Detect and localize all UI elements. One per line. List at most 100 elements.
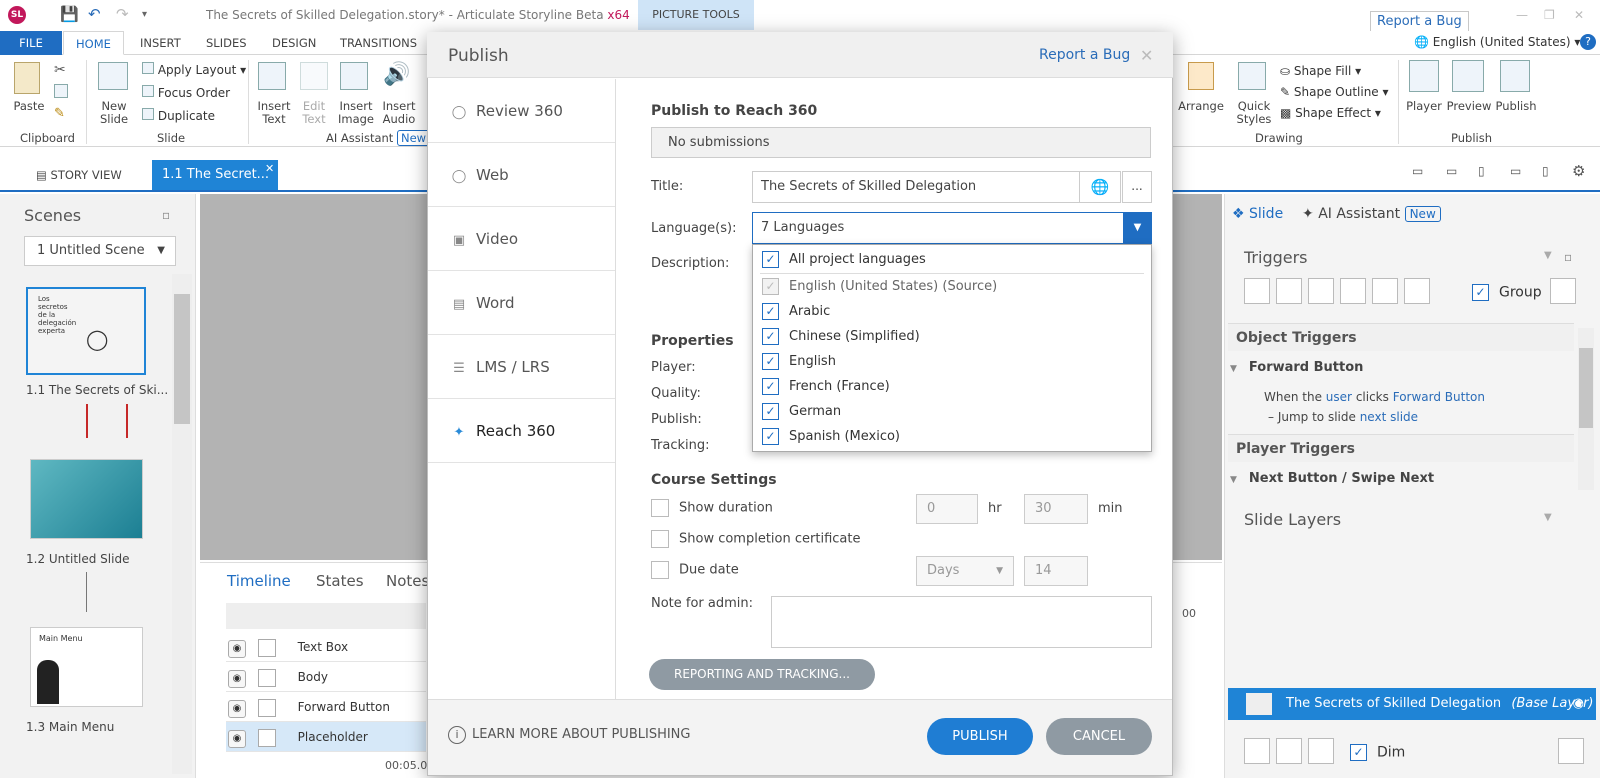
- more-options-button[interactable]: ...: [1122, 171, 1152, 203]
- slide-thumbnail[interactable]: Los secretos de la delegación experta ◯: [26, 287, 146, 375]
- slide-thumbnail[interactable]: [30, 459, 143, 539]
- due-date-checkbox[interactable]: Due date: [651, 561, 739, 579]
- dim-checkbox[interactable]: ✓ Dim: [1350, 744, 1405, 761]
- collapse-icon[interactable]: ▼: [1544, 250, 1552, 261]
- trigger-object-forward-button[interactable]: ▼ Forward Button: [1230, 360, 1363, 375]
- nav-video[interactable]: ▣ Video: [428, 207, 615, 271]
- base-layer-row[interactable]: The Secrets of Skilled Delegation (Base …: [1228, 688, 1596, 720]
- edit-trigger-icon[interactable]: [1276, 278, 1302, 304]
- nav-review-360[interactable]: ◯ Review 360: [428, 79, 615, 143]
- nav-reach-360[interactable]: ✦ Reach 360: [428, 399, 615, 463]
- language-selector[interactable]: 🌐 English (United States) ▾: [1414, 35, 1580, 49]
- lang-option-chinese-simplified[interactable]: ✓ Chinese (Simplified): [762, 325, 920, 349]
- minimize-icon[interactable]: —: [1516, 8, 1528, 22]
- eye-icon[interactable]: ◉: [228, 700, 246, 718]
- insert-text-icon[interactable]: [258, 62, 286, 93]
- hours-stepper[interactable]: 0: [916, 494, 978, 524]
- gear-icon[interactable]: ⚙: [1572, 162, 1585, 180]
- nav-web[interactable]: ◯ Web: [428, 143, 615, 207]
- show-certificate-checkbox[interactable]: Show completion certificate: [651, 530, 860, 548]
- lock-checkbox[interactable]: [257, 728, 276, 747]
- desktop-preview-icon[interactable]: ▭: [1412, 164, 1423, 178]
- lang-option-french-france[interactable]: ✓ French (France): [762, 375, 890, 399]
- duplicate-layer-icon[interactable]: [1276, 738, 1302, 764]
- panel-collapse-icon[interactable]: ▫: [1564, 250, 1572, 264]
- insert-image-icon[interactable]: [340, 62, 368, 93]
- languages-select[interactable]: 7 Languages: [752, 212, 1124, 244]
- shape-fill-button[interactable]: ⛀ Shape Fill ▾: [1280, 64, 1361, 78]
- tab-transitions[interactable]: TRANSITIONS: [328, 31, 429, 55]
- tab-home[interactable]: HOME: [63, 31, 124, 55]
- timeline-row[interactable]: ◉ Forward Button: [226, 692, 426, 722]
- tab-file[interactable]: FILE: [0, 31, 62, 55]
- eye-icon[interactable]: ◉: [1573, 688, 1584, 720]
- preview-icon[interactable]: [1452, 60, 1484, 95]
- shape-effect-button[interactable]: ▩ Shape Effect ▾: [1280, 106, 1381, 120]
- copy-trigger-icon[interactable]: [1308, 278, 1334, 304]
- save-icon[interactable]: 💾: [60, 5, 79, 23]
- focus-order-button[interactable]: Focus Order: [142, 85, 230, 100]
- paste-button[interactable]: Paste: [8, 100, 50, 113]
- tab-insert[interactable]: INSERT: [128, 31, 193, 55]
- eye-icon[interactable]: ◉: [228, 670, 246, 688]
- tab-notes[interactable]: Notes: [386, 572, 429, 590]
- note-for-admin-textarea[interactable]: [771, 596, 1152, 648]
- scene-dropdown[interactable]: 1 Untitled Scene ▼: [24, 236, 176, 266]
- tablet-landscape-icon[interactable]: ▭: [1446, 164, 1457, 178]
- lang-option-german[interactable]: ✓ German: [762, 400, 841, 424]
- edit-text-icon[interactable]: [300, 62, 328, 93]
- cut-icon[interactable]: ✂: [54, 62, 66, 78]
- learn-more-link[interactable]: i LEARN MORE ABOUT PUBLISHING: [448, 726, 690, 744]
- globe-icon[interactable]: 🌐: [1079, 171, 1121, 203]
- reporting-and-tracking-button[interactable]: REPORTING AND TRACKING...: [649, 659, 875, 690]
- report-bug-link[interactable]: Report a Bug: [1370, 11, 1469, 32]
- new-layer-icon[interactable]: [1244, 738, 1270, 764]
- lang-option-all[interactable]: ✓ All project languages: [762, 248, 926, 272]
- timeline-row[interactable]: ◉ Body: [226, 662, 426, 692]
- show-duration-checkbox[interactable]: Show duration: [651, 499, 773, 517]
- publish-button[interactable]: PUBLISH: [927, 718, 1033, 755]
- triggers-scrollbar[interactable]: [1578, 328, 1594, 490]
- redo-icon[interactable]: ↷: [116, 5, 129, 23]
- minutes-stepper[interactable]: 30: [1024, 494, 1088, 524]
- delete-trigger-icon[interactable]: [1372, 278, 1398, 304]
- phone-portrait-icon[interactable]: ▯: [1542, 164, 1549, 178]
- lock-checkbox[interactable]: [257, 638, 276, 657]
- variables-icon[interactable]: [1550, 278, 1576, 304]
- lang-option-arabic[interactable]: ✓ Arabic: [762, 300, 830, 324]
- paste-icon[interactable]: [14, 62, 44, 98]
- tablet-portrait-icon[interactable]: ▯: [1478, 164, 1485, 178]
- insert-audio-button[interactable]: Insert Audio: [378, 100, 420, 126]
- delete-layer-icon[interactable]: [1308, 738, 1334, 764]
- collapse-icon[interactable]: ▼: [1544, 512, 1552, 523]
- customize-quick-access-icon[interactable]: ▾: [142, 9, 147, 20]
- timeline-row[interactable]: ◉ Text Box: [226, 632, 426, 662]
- tab-design[interactable]: DESIGN: [260, 31, 328, 55]
- days-stepper[interactable]: 14: [1024, 556, 1088, 586]
- close-icon[interactable]: ✕: [1140, 46, 1153, 65]
- restore-icon[interactable]: ❐: [1544, 8, 1555, 22]
- trigger-next-button[interactable]: ▼ Next Button / Swipe Next: [1230, 471, 1434, 486]
- report-bug-link[interactable]: Report a Bug: [1039, 47, 1130, 63]
- undo-icon[interactable]: ↶: [88, 5, 101, 23]
- trigger-action-text[interactable]: – Jump to slide next slide: [1268, 410, 1418, 424]
- layer-settings-icon[interactable]: [1558, 738, 1584, 764]
- lock-checkbox[interactable]: [257, 698, 276, 717]
- new-slide-icon[interactable]: [98, 62, 128, 93]
- shape-outline-button[interactable]: ✎ Shape Outline ▾: [1280, 85, 1389, 99]
- move-trigger-icon[interactable]: [1404, 278, 1430, 304]
- edit-text-button[interactable]: Edit Text: [296, 100, 332, 126]
- format-painter-icon[interactable]: ✎: [54, 106, 65, 121]
- lang-option-spanish-mexico[interactable]: ✓ Spanish (Mexico): [762, 425, 900, 449]
- slide-thumbnail[interactable]: Main Menu: [30, 627, 143, 707]
- quick-styles-button[interactable]: Quick Styles: [1232, 100, 1276, 126]
- eye-icon[interactable]: ◉: [228, 640, 246, 658]
- nav-word[interactable]: ▤ Word: [428, 271, 615, 335]
- tab-ai-assistant[interactable]: ✦ AI Assistant New: [1302, 206, 1441, 222]
- trigger-when-text[interactable]: When the user clicks Forward Button: [1264, 390, 1485, 404]
- tab-timeline[interactable]: Timeline: [227, 572, 291, 590]
- close-window-icon[interactable]: ✕: [1574, 8, 1584, 22]
- days-select[interactable]: Days ▼: [916, 556, 1014, 586]
- tab-slide-properties[interactable]: ❖ Slide: [1232, 206, 1283, 222]
- chevron-down-icon[interactable]: ▼: [1123, 212, 1152, 244]
